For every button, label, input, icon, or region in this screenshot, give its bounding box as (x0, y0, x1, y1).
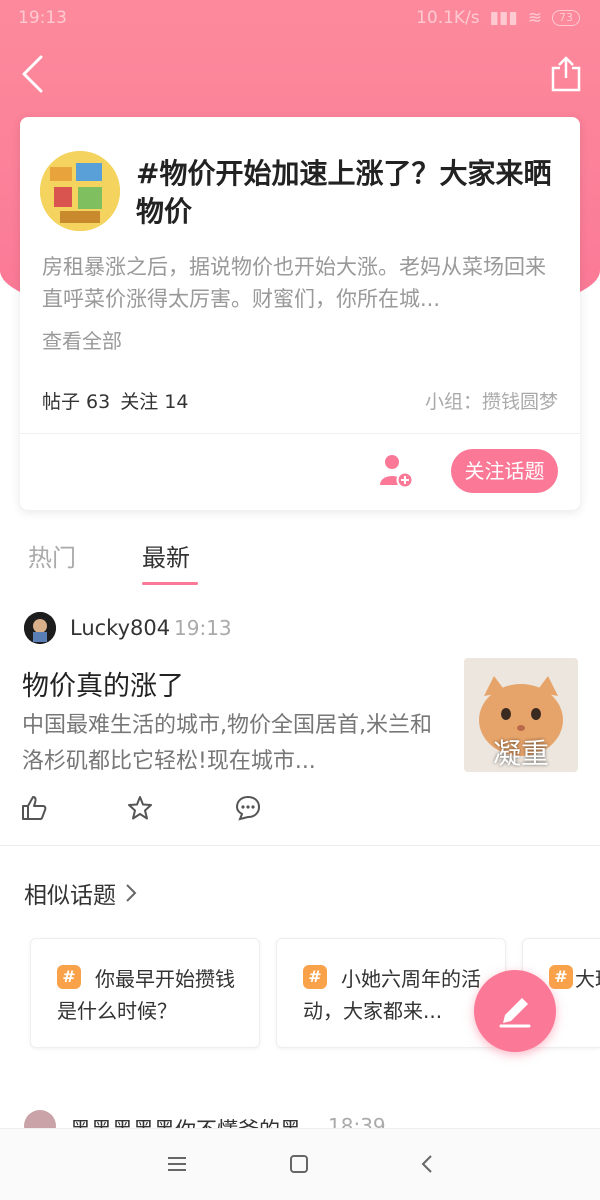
see-all-link[interactable]: 查看全部 (42, 325, 122, 354)
topic-card: #物价开始加速上涨了？大家来晒物价 房租暴涨之后，据说物价也开始大涨。老妈从菜场… (20, 117, 580, 510)
topic-stats: 帖子 63 关注 14 (42, 387, 188, 414)
home-button[interactable] (284, 1149, 314, 1179)
like-button[interactable] (20, 794, 50, 824)
topic-description: 房租暴涨之后，据说物价也开始大涨。老妈从菜场回来直呼菜价涨得太厉害。财蜜们，你所… (42, 255, 546, 311)
post-actions (0, 794, 600, 830)
card-divider (20, 433, 580, 434)
topic-image (40, 151, 120, 231)
similar-topics-title: 相似话题 (24, 883, 116, 909)
active-tab-indicator (142, 582, 198, 585)
avatar-image (24, 612, 56, 644)
similar-topic-text: 小她六周年的活动，大家都来... (303, 967, 481, 1023)
invite-user-button[interactable] (378, 453, 414, 489)
follow-topic-button[interactable]: 关注话题 (451, 449, 558, 493)
topic-avatar (40, 151, 120, 231)
system-nav-bar (0, 1128, 600, 1200)
post-time: 19:13 (174, 616, 232, 640)
section-divider (0, 845, 600, 846)
comment-icon (235, 795, 261, 821)
signal-icon: ▮▮▮ (489, 8, 518, 28)
comment-button[interactable] (234, 794, 264, 824)
status-bar: 19:13 10.1K/s ▮▮▮ ≋ 73 (0, 0, 600, 40)
followers-count: 关注 14 (120, 391, 189, 413)
post-thumbnail[interactable]: 凝重 (464, 658, 578, 772)
post-username[interactable]: Lucky804 (70, 616, 170, 640)
network-speed: 10.1K/s (416, 8, 480, 28)
post-item[interactable]: Lucky804 19:13 物价真的涨了 中国最难生活的城市,物价全国居首,米… (0, 606, 600, 846)
wifi-icon: ≋ (527, 8, 542, 28)
post-title[interactable]: 物价真的涨了 (22, 664, 184, 703)
menu-icon (168, 1157, 186, 1171)
compose-post-button[interactable] (474, 970, 556, 1052)
pencil-icon (499, 998, 531, 1028)
posts-count: 帖子 63 (42, 391, 111, 413)
status-time: 19:13 (18, 8, 67, 28)
share-icon (551, 56, 581, 92)
add-user-icon (380, 455, 414, 489)
tab-hot[interactable]: 热门 (28, 538, 76, 573)
thumbs-up-icon (22, 796, 47, 820)
similar-topics-header[interactable]: 相似话题 (24, 876, 138, 910)
system-back-button[interactable] (412, 1149, 442, 1179)
chevron-right-icon (126, 884, 137, 902)
avatar[interactable] (24, 612, 56, 644)
similar-topic-card[interactable]: # 你最早开始攒钱是什么时候？ (30, 938, 260, 1048)
similar-topic-card[interactable]: # 小她六周年的活动，大家都来... (276, 938, 506, 1048)
status-indicators: 10.1K/s ▮▮▮ ≋ 73 (416, 8, 580, 28)
group-link[interactable]: 小组：攒钱圆梦 (425, 387, 558, 414)
share-button[interactable] (544, 52, 588, 96)
back-arrow-icon (22, 55, 43, 93)
recent-apps-button[interactable] (162, 1149, 192, 1179)
battery-icon: 73 (552, 10, 580, 26)
thumbnail-caption: 凝重 (492, 737, 549, 770)
post-summary[interactable]: 中国最难生活的城市,物价全国居首,米兰和洛杉矶都比它轻松!现在城市... (22, 708, 442, 780)
home-square-icon (290, 1155, 308, 1173)
back-button[interactable] (10, 52, 54, 96)
tab-bar: 热门 最新 (0, 538, 600, 588)
tab-latest[interactable]: 最新 (142, 538, 190, 573)
similar-topic-text: 你最早开始攒钱是什么时候？ (57, 967, 235, 1023)
favorite-button[interactable] (126, 794, 156, 824)
star-icon (128, 796, 152, 820)
topic-title: #物价开始加速上涨了？大家来晒物价 (136, 157, 552, 228)
back-chevron-icon (421, 1155, 432, 1173)
